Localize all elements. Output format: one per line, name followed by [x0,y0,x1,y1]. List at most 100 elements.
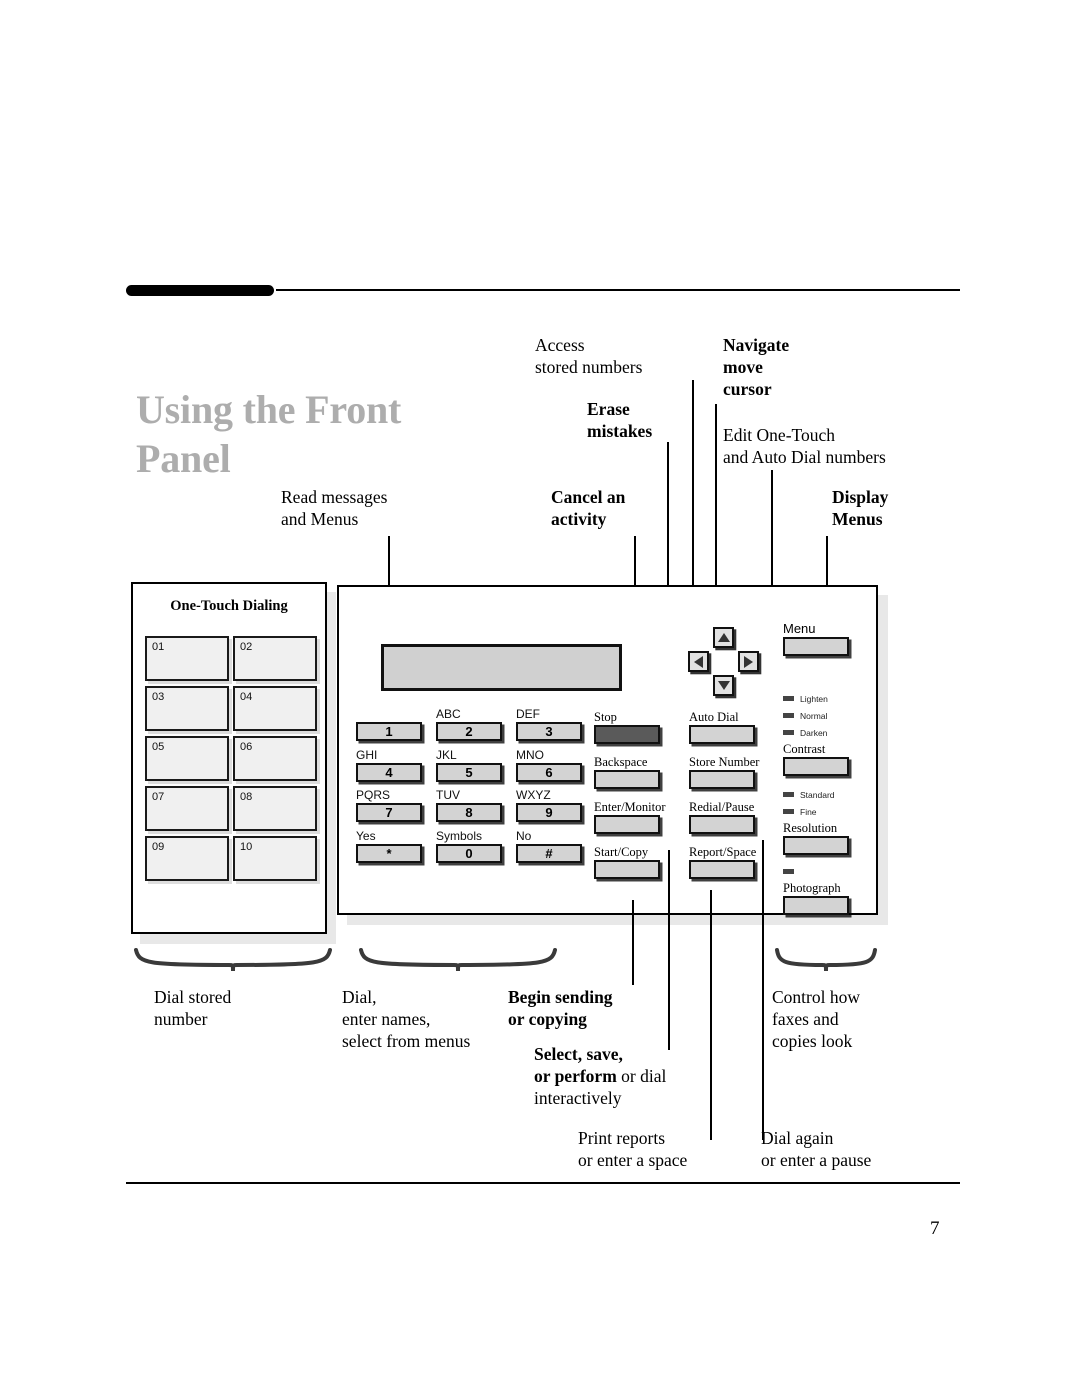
keypad-row: 1 ABC 2 DEF 3 [356,707,606,741]
function-item-enter-monitor: Enter/Monitor [594,799,670,834]
one-touch-key-09[interactable]: 09 [145,836,229,881]
function-column-dialing: Auto Dial Store Number Redial/Pause Repo… [689,709,765,889]
arrow-right-button[interactable] [738,651,759,672]
one-touch-key-label: 03 [152,691,165,703]
keypad-button-hash[interactable]: # [516,843,582,863]
keypad-letters: WXYZ [516,788,551,802]
keypad-cell-hash: No # [516,829,596,863]
redial-pause-button[interactable] [689,815,755,834]
led-row-standard: Standard [783,786,873,803]
one-touch-key-05[interactable]: 05 [145,736,229,781]
keypad-button-5[interactable]: 5 [436,762,502,782]
callout-access-stored-numbers: Access stored numbers [535,335,643,377]
resolution-indicator-group: Standard Fine Resolution [783,786,873,855]
page-title-line2: Panel [136,436,231,481]
menu-button[interactable] [783,637,849,656]
one-touch-key-01[interactable]: 01 [145,636,229,681]
keypad-button-8[interactable]: 8 [436,803,502,822]
one-touch-key-label: 10 [240,841,253,853]
stop-button[interactable] [594,725,660,744]
keypad-cell-2: ABC 2 [436,707,516,741]
leader-line-begin-sending [632,900,634,985]
backspace-button[interactable] [594,770,660,789]
led-label-lighten: Lighten [800,693,828,704]
callout-cancel-activity: Cancel an activity [551,487,626,529]
one-touch-key-label: 09 [152,841,165,853]
led-indicator-icon [783,869,794,874]
auto-dial-button[interactable] [689,725,755,744]
keypad-button-6[interactable]: 6 [516,762,582,782]
front-panel: 1 ABC 2 DEF 3 GHI 4 JKL 5 MNO 6 PQRS 7 T… [337,585,878,915]
callout-read-messages: Read messages and Menus [281,487,388,529]
led-indicator-icon [783,713,794,718]
keypad-button-9[interactable]: 9 [516,803,582,822]
keypad-button-3[interactable]: 3 [516,722,582,741]
enter-monitor-button[interactable] [594,815,660,834]
arrow-down-button[interactable] [713,675,734,696]
photograph-label: Photograph [783,881,841,895]
led-label-fine: Fine [800,806,817,817]
keypad-letters: JKL [436,747,457,762]
keypad-letters: ABC [436,707,461,721]
one-touch-key-label: 06 [240,741,253,753]
callout-print-reports: Print reports or enter a space [578,1128,688,1170]
arrow-down-icon [717,681,730,690]
keypad-row: Yes * Symbols 0 No # [356,829,606,863]
report-space-button[interactable] [689,860,755,879]
one-touch-key-10[interactable]: 10 [233,836,317,881]
function-item-start-copy: Start/Copy [594,844,670,879]
one-touch-key-grid: 01 02 03 04 05 06 07 08 09 10 [145,636,317,886]
one-touch-key-03[interactable]: 03 [145,686,229,731]
brace-keypad [359,948,557,972]
keypad-button-1[interactable]: 1 [356,722,422,741]
keypad-cell-0: Symbols 0 [436,829,516,863]
keypad-button-4[interactable]: 4 [356,762,422,782]
one-touch-key-label: 07 [152,791,165,803]
resolution-button[interactable] [783,836,849,855]
keypad-cell-star: Yes * [356,829,436,863]
header-accent-bar [126,285,274,296]
contrast-button[interactable] [783,757,849,776]
one-touch-row: 07 08 [145,786,317,831]
brace-one-touch [134,948,332,972]
one-touch-key-08[interactable]: 08 [233,786,317,831]
keypad-button-2[interactable]: 2 [436,722,502,741]
arrow-left-button[interactable] [688,651,709,672]
photograph-button[interactable] [783,896,849,915]
function-item-menu: Menu [783,621,873,656]
one-touch-row: 03 04 [145,686,317,731]
start-copy-button[interactable] [594,860,660,879]
arrow-up-button[interactable] [713,627,734,648]
function-item-stop: Stop [594,709,670,744]
keypad-button-7[interactable]: 7 [356,803,422,822]
one-touch-key-02[interactable]: 02 [233,636,317,681]
store-number-button[interactable] [689,770,755,789]
keypad-button-0[interactable]: 0 [436,843,502,863]
one-touch-key-07[interactable]: 07 [145,786,229,831]
led-label-standard: Standard [800,789,835,800]
callout-control-how-faxes: Control how faxes and copies look [772,987,860,1051]
keypad-letters: Yes [356,828,376,843]
callout-edit-one-touch: Edit One-Touch and Auto Dial numbers [723,425,886,467]
keypad-cell-4: GHI 4 [356,748,436,782]
led-label-darken: Darken [800,727,828,738]
document-page: Using the Front Panel Access stored numb… [0,0,1080,1397]
callout-erase-mistakes: Erase mistakes [587,399,653,441]
one-touch-key-04[interactable]: 04 [233,686,317,731]
led-indicator-icon [783,730,794,735]
keypad-letters: PQRS [356,788,391,802]
keypad-letters: GHI [356,747,378,762]
one-touch-key-06[interactable]: 06 [233,736,317,781]
menu-label: Menu [783,621,816,636]
keypad-cell-5: JKL 5 [436,748,516,782]
arrow-up-icon [717,633,730,642]
backspace-label: Backspace [594,755,648,769]
keypad-button-star[interactable]: * [356,843,422,863]
contrast-label: Contrast [783,742,826,756]
keypad-cell-1: 1 [356,707,436,741]
one-touch-key-label: 02 [240,641,253,653]
keypad-cell-6: MNO 6 [516,748,596,782]
footer-rule [126,1182,960,1185]
one-touch-row: 09 10 [145,836,317,881]
callout-select-save-perform: Select, save, or perform or dial interac… [534,1043,724,1109]
